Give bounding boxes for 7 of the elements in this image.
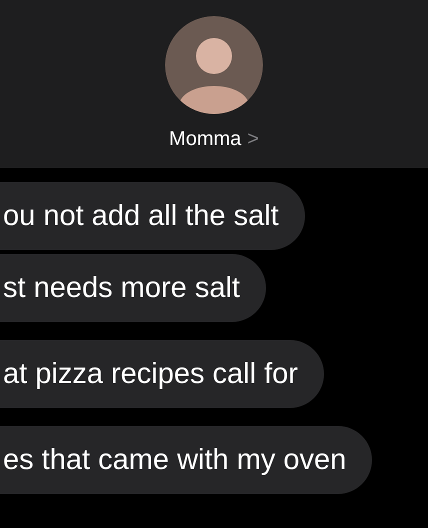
message-bubble: ou not add all the salt xyxy=(0,182,305,250)
contact-name[interactable]: Momma xyxy=(169,124,242,154)
message-bubble: st needs more salt xyxy=(0,254,266,322)
message-bubble: es that came with my oven xyxy=(0,426,372,494)
message-bubble: at pizza recipes call for xyxy=(0,340,324,408)
avatar[interactable] xyxy=(165,16,263,114)
chevron-icon[interactable]: > xyxy=(247,124,259,154)
